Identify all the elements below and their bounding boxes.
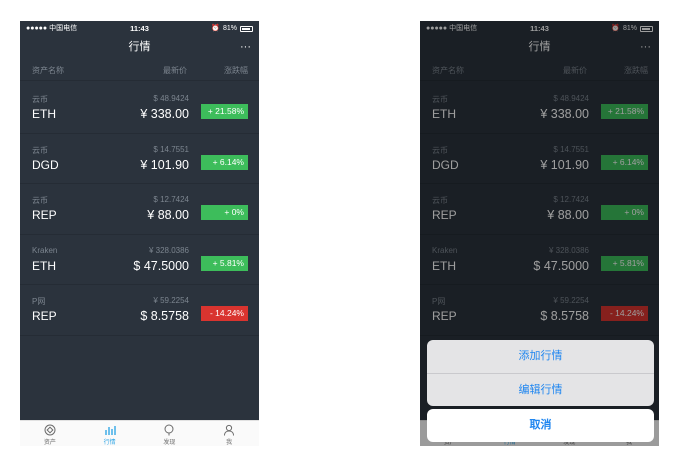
tab-label: 资产 xyxy=(43,440,56,446)
latest-price: ¥ 88.00 xyxy=(147,208,189,222)
market-row[interactable]: 云币 ETH $ 48.9424 ¥ 338.00 + 21.58% xyxy=(20,83,259,134)
exchange-name: P网 xyxy=(32,297,46,306)
market-screen: ●●●●● 中国电信 11:43 ⏰ 81% 行情 ··· 资产名称 最新价 涨… xyxy=(20,21,259,446)
asset-symbol: DGD xyxy=(32,157,59,172)
cancel-button[interactable]: 取消 xyxy=(427,409,654,442)
market-chart-icon xyxy=(80,424,140,437)
exchange-name: 云币 xyxy=(32,196,48,205)
column-header: 资产名称 最新价 涨跌幅 xyxy=(20,61,259,81)
latest-price: $ 8.5758 xyxy=(140,309,189,323)
change-badge: + 6.14% xyxy=(201,154,248,170)
assets-icon xyxy=(20,424,80,437)
status-bar: ●●●●● 中国电信 11:43 ⏰ 81% xyxy=(20,21,259,36)
edit-market-button[interactable]: 编辑行情 xyxy=(427,373,654,406)
battery-percent: 81% xyxy=(222,25,237,32)
column-name: 资产名称 xyxy=(32,66,64,75)
converted-price: $ 48.9424 xyxy=(153,94,189,103)
nav-bar: 行情 ··· xyxy=(20,36,259,58)
converted-price: $ 12.7424 xyxy=(153,195,189,204)
discover-icon xyxy=(140,424,200,437)
latest-price: ¥ 338.00 xyxy=(140,107,189,121)
profile-icon xyxy=(199,424,259,437)
tab-market[interactable]: 行情 xyxy=(80,421,140,446)
change-badge: + 5.81% xyxy=(201,255,248,271)
asset-symbol: REP xyxy=(32,208,57,222)
page-title: 行情 xyxy=(128,41,151,53)
market-row[interactable]: Kraken ETH ¥ 328.0386 $ 47.5000 + 5.81% xyxy=(20,235,259,285)
market-list: 云币 ETH $ 48.9424 ¥ 338.00 + 21.58% 云币 DG… xyxy=(20,83,259,336)
converted-price: ¥ 59.2254 xyxy=(153,296,189,305)
column-change: 涨跌幅 xyxy=(224,66,248,75)
tab-label: 我 xyxy=(226,440,233,446)
converted-price: ¥ 328.0386 xyxy=(148,245,189,255)
action-sheet-options: 添加行情 编辑行情 xyxy=(427,340,654,406)
column-price: 最新价 xyxy=(163,66,187,75)
asset-symbol: ETH xyxy=(32,107,56,121)
status-right: ⏰ 81% xyxy=(211,21,253,36)
exchange-name: 云币 xyxy=(32,95,48,104)
add-market-button[interactable]: 添加行情 xyxy=(427,340,654,373)
market-row[interactable]: P网 REP ¥ 59.2254 $ 8.5758 - 14.24% xyxy=(20,285,259,336)
asset-symbol: ETH xyxy=(32,258,56,273)
asset-symbol: REP xyxy=(32,309,57,323)
tab-label: 行情 xyxy=(103,440,116,446)
alarm-icon: ⏰ xyxy=(211,25,220,32)
latest-price: $ 47.5000 xyxy=(133,258,189,273)
change-badge: + 0% xyxy=(201,205,248,220)
tab-assets[interactable]: 资产 xyxy=(20,421,80,446)
latest-price: ¥ 101.90 xyxy=(140,157,189,172)
more-icon[interactable]: ··· xyxy=(240,36,251,58)
exchange-name: Kraken xyxy=(32,245,58,255)
market-row[interactable]: 云币 REP $ 12.7424 ¥ 88.00 + 0% xyxy=(20,184,259,235)
converted-price: $ 14.7551 xyxy=(153,144,189,154)
exchange-name: 云币 xyxy=(32,145,48,155)
tab-bar: 资产 行情 发现 我 xyxy=(20,420,259,446)
battery-icon xyxy=(240,25,253,32)
action-sheet: 添加行情 编辑行情 取消 xyxy=(427,340,654,446)
tab-profile[interactable]: 我 xyxy=(199,421,259,446)
tab-discover[interactable]: 发现 xyxy=(140,421,200,446)
change-badge: + 21.58% xyxy=(201,104,248,119)
tab-label: 发现 xyxy=(163,440,176,446)
market-screen-with-action-sheet: ●●●●● 中国电信 11:43 ⏰ 81% 行情 ··· 资产名称 最新价 涨… xyxy=(420,21,659,446)
change-badge: - 14.24% xyxy=(201,306,248,321)
market-row[interactable]: 云币 DGD $ 14.7551 ¥ 101.90 + 6.14% xyxy=(20,134,259,184)
